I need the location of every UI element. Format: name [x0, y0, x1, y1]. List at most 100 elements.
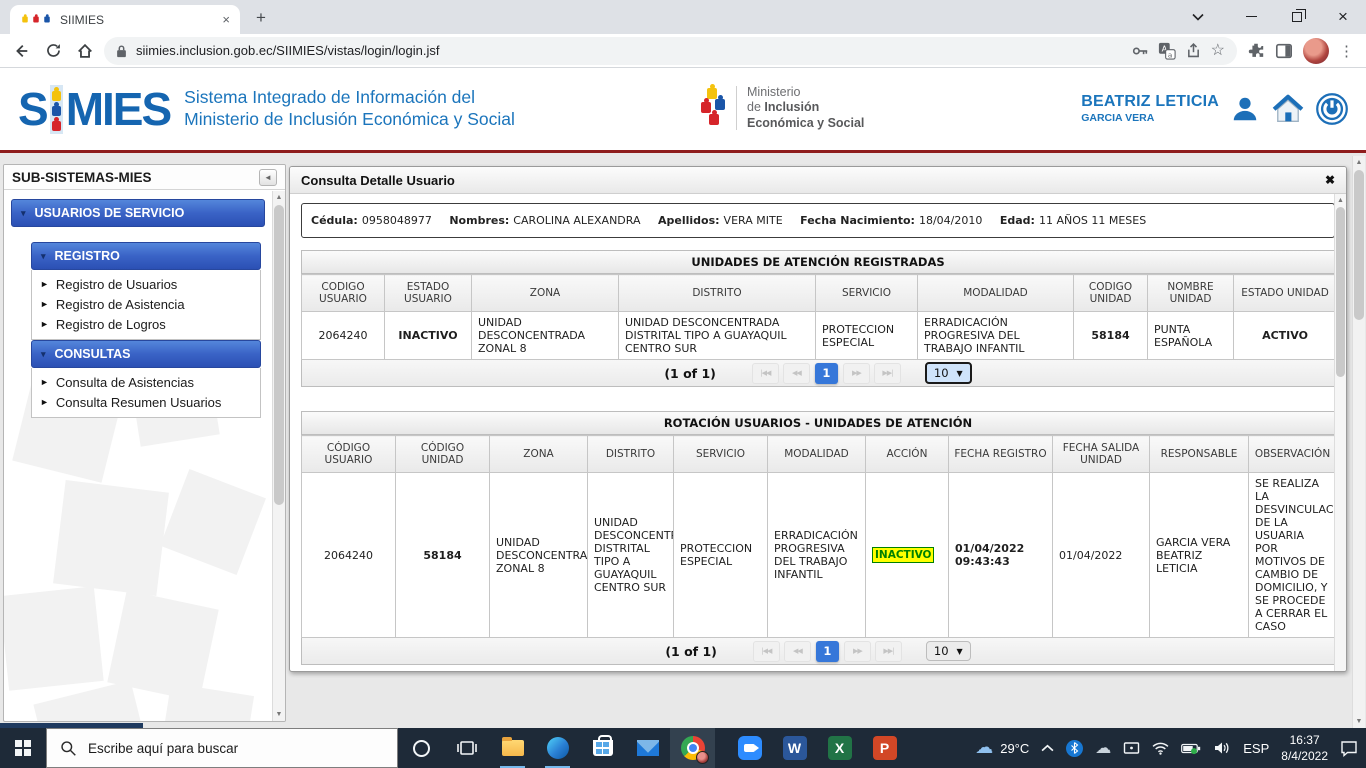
logo-puzzle-column	[50, 85, 63, 134]
scrollbar-thumb[interactable]	[274, 205, 284, 505]
home-icon[interactable]	[72, 38, 98, 64]
table-header-row: CODIGO USUARIOESTADO USUARIOZONADISTRITO…	[302, 275, 1337, 312]
scroll-up-icon[interactable]: ▲	[273, 191, 285, 204]
profile-avatar[interactable]	[1303, 38, 1329, 64]
browser-tabstrip: SIIMIES × + ×	[0, 0, 1366, 34]
new-tab-button[interactable]: +	[248, 5, 274, 31]
microsoft-store-icon[interactable]	[580, 728, 625, 768]
table-row: 2064240 58184 UNIDAD DESCONCENTRADA ZONA…	[302, 473, 1337, 638]
home-nav-icon[interactable]	[1271, 94, 1305, 124]
language-indicator[interactable]: ESP	[1243, 741, 1269, 756]
battery-icon[interactable]	[1181, 742, 1201, 755]
consulta-detalle-panel: Consulta Detalle Usuario ✖ Cédula:095804…	[289, 166, 1347, 672]
previous-page-button[interactable]: ◀◀	[784, 641, 811, 662]
sidebar-item-registro-de-logros[interactable]: ►Registro de Logros	[38, 314, 254, 334]
last-page-button[interactable]: ▶▶|	[874, 363, 901, 384]
file-explorer-icon[interactable]	[490, 728, 535, 768]
window-close-button[interactable]: ×	[1320, 0, 1366, 33]
tab-close-icon[interactable]: ×	[222, 12, 230, 27]
action-center-icon[interactable]	[1340, 740, 1358, 757]
scroll-down-icon[interactable]: ▼	[1353, 715, 1365, 728]
page-scrollbar[interactable]: ▲ ▼	[1352, 156, 1365, 728]
clock[interactable]: 16:37 8/4/2022	[1281, 732, 1328, 764]
previous-page-button[interactable]: ◀◀	[783, 363, 810, 384]
sidebar-item-registro-de-usuarios[interactable]: ►Registro de Usuarios	[38, 274, 254, 294]
extensions-icon[interactable]	[1247, 42, 1265, 60]
next-page-button[interactable]: ▶▶	[844, 641, 871, 662]
sidebar-section-consultas[interactable]: ▾ CONSULTAS	[31, 340, 261, 368]
scrollbar-thumb[interactable]	[1354, 170, 1364, 320]
bookmark-star-icon[interactable]: ☆	[1211, 43, 1225, 59]
sidebar-item-consulta-de-asistencias[interactable]: ►Consulta de Asistencias	[38, 372, 254, 392]
reload-icon[interactable]	[40, 38, 66, 64]
url-bar[interactable]: siimies.inclusion.gob.ec/SIIMIES/vistas/…	[104, 37, 1237, 65]
close-icon[interactable]: ✖	[1325, 173, 1335, 187]
scroll-down-icon[interactable]: ▼	[273, 708, 285, 721]
chevron-down-icon: ▾	[21, 208, 26, 219]
back-icon[interactable]	[8, 38, 34, 64]
rows-per-page-select[interactable]: 10 ▼	[926, 641, 971, 661]
translate-icon[interactable]: Aa	[1158, 42, 1176, 60]
sidebar-item-registro-de-asistencia[interactable]: ►Registro de Asistencia	[38, 294, 254, 314]
first-page-button[interactable]: |◀◀	[752, 363, 779, 384]
scrollbar-thumb[interactable]	[1336, 207, 1345, 377]
cortana-icon[interactable]	[398, 728, 444, 768]
word-icon[interactable]: W	[772, 728, 817, 768]
arrow-right-icon: ►	[40, 299, 49, 309]
sidebar-scrollbar[interactable]: ▲ ▼	[272, 191, 285, 721]
chrome-icon[interactable]	[670, 728, 715, 768]
windows-taskbar: Escribe aquí para buscar W X P ☁ 29°C ☁ …	[0, 728, 1366, 768]
browser-toolbar: siimies.inclusion.gob.ec/SIIMIES/vistas/…	[0, 34, 1366, 68]
date: 8/4/2022	[1281, 748, 1328, 764]
restore-button[interactable]	[1274, 0, 1320, 33]
browser-tab[interactable]: SIIMIES ×	[10, 5, 240, 34]
share-icon[interactable]	[1185, 42, 1202, 59]
start-button[interactable]	[0, 728, 46, 768]
zoom-icon[interactable]	[727, 728, 772, 768]
scroll-up-icon[interactable]: ▲	[1353, 156, 1365, 169]
tab-search-icon[interactable]	[1180, 0, 1216, 33]
weather-widget[interactable]: ☁ 29°C	[975, 739, 1029, 757]
logout-power-icon[interactable]	[1316, 93, 1348, 125]
table-row: 2064240 INACTIVO UNIDAD DESCONCENTRADA Z…	[302, 312, 1337, 360]
time: 16:37	[1281, 732, 1328, 748]
system-title: Sistema Integrado de Información del Min…	[184, 87, 515, 131]
sidebar-collapse-button[interactable]: ◄	[259, 169, 277, 186]
url-text[interactable]: siimies.inclusion.gob.ec/SIIMIES/vistas/…	[136, 43, 1122, 58]
ministry-logo: Ministerio de Inclusión Económica y Soci…	[700, 84, 864, 132]
paginator-table1: (1 of 1) |◀◀ ◀◀ 1 ▶▶ ▶▶| 10 ▼	[301, 360, 1335, 387]
powerpoint-icon[interactable]: P	[862, 728, 907, 768]
wifi-icon[interactable]	[1152, 742, 1169, 755]
sidebar-section-registro[interactable]: ▾ REGISTRO	[31, 242, 261, 270]
chevron-down-icon: ▼	[957, 647, 963, 656]
taskbar-search-input[interactable]: Escribe aquí para buscar	[46, 728, 398, 768]
page-content: SUB-SISTEMAS-MIES ◄ ▾ USUARIOS DE SERVIC…	[0, 156, 1366, 728]
panel-scrollbar[interactable]: ▲	[1334, 194, 1346, 671]
next-page-button[interactable]: ▶▶	[843, 363, 870, 384]
first-page-button[interactable]: |◀◀	[753, 641, 780, 662]
arrow-right-icon: ►	[40, 397, 49, 407]
side-panel-icon[interactable]	[1275, 42, 1293, 60]
scroll-up-icon[interactable]: ▲	[1335, 194, 1346, 207]
onedrive-icon[interactable]: ☁	[1095, 740, 1111, 756]
bluetooth-icon[interactable]	[1066, 740, 1083, 757]
current-page-button[interactable]: 1	[815, 363, 838, 384]
mail-icon[interactable]	[625, 728, 670, 768]
last-page-button[interactable]: ▶▶|	[875, 641, 902, 662]
app-header: S MIES Sistema Integrado de Información …	[0, 68, 1366, 153]
rows-per-page-select[interactable]: 10 ▼	[925, 362, 972, 384]
task-view-icon[interactable]	[444, 728, 490, 768]
password-key-icon[interactable]	[1131, 42, 1149, 60]
current-page-button[interactable]: 1	[816, 641, 839, 662]
excel-icon[interactable]: X	[817, 728, 862, 768]
sidebar-item-usuarios-de-servicio[interactable]: ▾ USUARIOS DE SERVICIO	[11, 199, 265, 227]
user-profile-icon[interactable]	[1230, 94, 1260, 124]
edge-icon[interactable]	[535, 728, 580, 768]
cedula-value: 0958048977	[362, 214, 432, 227]
sidebar-item-consulta-resumen-usuarios[interactable]: ►Consulta Resumen Usuarios	[38, 392, 254, 412]
minimize-button[interactable]	[1228, 0, 1274, 33]
browser-menu-icon[interactable]: ⋮	[1339, 42, 1354, 60]
tray-expand-icon[interactable]	[1041, 744, 1054, 753]
cast-icon[interactable]	[1123, 741, 1140, 755]
volume-icon[interactable]	[1213, 741, 1231, 755]
